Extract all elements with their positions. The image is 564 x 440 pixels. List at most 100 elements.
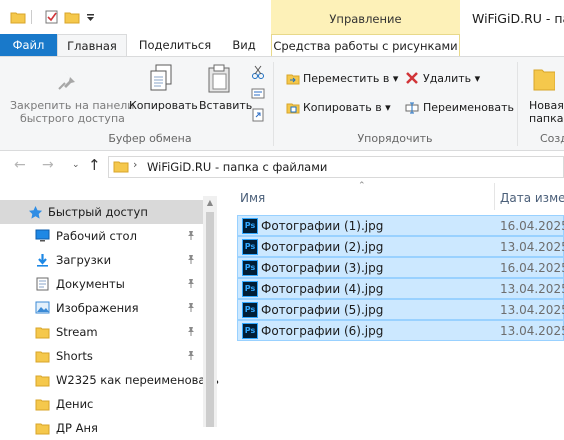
nav-item-label: W2325 как переименовать: [56, 373, 219, 387]
create-group-label: Созд: [540, 132, 564, 145]
copy-to-button[interactable]: Копировать в ▾: [303, 101, 391, 114]
window-title: WiFiGiD.RU - папк: [472, 11, 564, 26]
pinned-icon: [186, 254, 196, 267]
pin-icon: [54, 68, 80, 97]
file-name: Фотографии (2).jpg: [261, 240, 384, 254]
file-name: Фотографии (5).jpg: [261, 303, 384, 317]
context-group-label: Управление: [329, 12, 402, 26]
photoshop-file-icon: Ps: [242, 260, 258, 276]
nav-item[interactable]: Документы: [0, 272, 203, 296]
photoshop-file-icon: Ps: [242, 281, 258, 297]
move-to-label: Переместить в: [303, 72, 390, 85]
recent-locations-icon[interactable]: ⌄: [72, 160, 80, 170]
nav-item[interactable]: ДР Аня: [0, 416, 203, 440]
move-to-button[interactable]: Переместить в ▾: [303, 72, 398, 85]
folder-icon: [10, 10, 26, 24]
file-row[interactable]: PsФотографии (1).jpg 16.04.2025 16: [237, 215, 564, 236]
tab-file[interactable]: Файл: [0, 34, 57, 56]
file-row[interactable]: PsФотографии (4).jpg 13.04.2025 17: [237, 278, 564, 299]
file-date: 16.04.2025 16: [500, 261, 564, 275]
file-name: Фотографии (1).jpg: [261, 219, 384, 233]
forward-arrow-icon[interactable]: →: [42, 157, 54, 173]
folder-icon: [35, 373, 50, 387]
copy-button[interactable]: Копировать: [129, 99, 198, 112]
column-header-name[interactable]: Имя: [240, 191, 265, 205]
customize-quick-access-icon[interactable]: [86, 12, 102, 26]
nav-item[interactable]: Stream: [0, 320, 203, 344]
file-name: Фотографии (4).jpg: [261, 282, 384, 296]
tab-share[interactable]: Поделиться: [131, 34, 219, 56]
nav-item[interactable]: Shorts: [0, 344, 203, 368]
organize-group-label: Упорядочить: [357, 132, 433, 145]
pin-to-quick-access-button[interactable]: Закрепить на панели: [10, 99, 134, 112]
new-folder-icon[interactable]: [64, 10, 80, 24]
folder-icon: [113, 159, 129, 176]
nav-item[interactable]: Загрузки: [0, 248, 203, 272]
nav-item[interactable]: W2325 как переименовать: [0, 368, 219, 392]
new-folder-label-line2: папка: [529, 112, 564, 125]
folder-icon: [35, 349, 50, 363]
nav-item-label: Stream: [56, 325, 98, 339]
paste-icon: [207, 64, 233, 97]
cut-icon[interactable]: [251, 65, 265, 82]
file-row[interactable]: PsФотографии (3).jpg 16.04.2025 16: [237, 257, 564, 278]
ribbon-separator: [517, 62, 518, 146]
paste-button[interactable]: Вставить: [199, 99, 252, 112]
delete-button[interactable]: Удалить ▾: [423, 72, 480, 85]
file-name: Фотографии (3).jpg: [261, 261, 384, 275]
nav-quick-access[interactable]: Быстрый доступ: [0, 200, 203, 224]
copy-icon: [149, 64, 173, 97]
column-header-date[interactable]: Дата измене: [500, 191, 564, 205]
nav-scrollbar-thumb[interactable]: [206, 212, 214, 427]
rename-icon: [405, 101, 419, 117]
ribbon-separator: [273, 62, 274, 146]
nav-item[interactable]: Изображения: [0, 296, 203, 320]
pinned-icon: [186, 278, 196, 291]
back-arrow-icon[interactable]: ←: [14, 157, 26, 173]
tab-picture-tools[interactable]: Средства работы с рисунками: [271, 34, 460, 56]
properties-icon[interactable]: [44, 10, 60, 24]
tab-home[interactable]: Главная: [57, 34, 127, 56]
photoshop-file-icon: Ps: [242, 218, 258, 234]
tab-view[interactable]: Вид: [221, 34, 267, 56]
folder-icon: [35, 421, 50, 435]
rename-button[interactable]: Переименовать: [423, 101, 514, 114]
copy-to-icon: [286, 101, 300, 117]
file-name: Фотографии (6).jpg: [261, 324, 384, 338]
pinned-icon: [186, 230, 196, 243]
pin-label-line2: быстрого доступа: [20, 112, 125, 125]
nav-item-label: Рабочий стол: [56, 229, 137, 243]
nav-item-label: Изображения: [56, 301, 139, 315]
column-divider[interactable]: [494, 183, 495, 210]
nav-item[interactable]: Денис: [0, 392, 203, 416]
nav-item-label: Денис: [56, 397, 94, 411]
file-row[interactable]: PsФотографии (5).jpg 13.04.2025 17: [237, 299, 564, 320]
pinned-icon: [186, 326, 196, 339]
new-folder-button[interactable]: Новая: [529, 99, 564, 112]
file-date: 13.04.2025 17: [500, 303, 564, 317]
new-folder-icon: [533, 66, 556, 95]
delete-label: Удалить: [423, 72, 472, 85]
documents-icon: [35, 277, 50, 291]
file-row[interactable]: PsФотографии (6).jpg 13.04.2025 17: [237, 320, 564, 341]
nav-item-label: Документы: [56, 277, 125, 291]
nav-item[interactable]: Рабочий стол: [0, 224, 203, 248]
copy-path-icon[interactable]: [251, 88, 265, 103]
scroll-up-icon[interactable]: ▲: [203, 196, 217, 210]
nav-quick-access-label: Быстрый доступ: [48, 205, 148, 219]
photoshop-file-icon: Ps: [242, 323, 258, 339]
nav-item-label: ДР Аня: [56, 421, 98, 435]
chevron-right-icon[interactable]: ›: [133, 158, 137, 171]
address-path[interactable]: WiFiGiD.RU - папка с файлами: [147, 160, 327, 174]
file-date: 13.04.2025 17: [500, 282, 564, 296]
photoshop-file-icon: Ps: [242, 239, 258, 255]
file-date: 16.04.2025 16: [500, 219, 564, 233]
paste-shortcut-icon[interactable]: [252, 108, 265, 125]
desktop-icon: [35, 229, 50, 243]
pictures-icon: [35, 301, 50, 315]
star-icon: [28, 205, 43, 219]
up-arrow-icon[interactable]: ↑: [88, 156, 101, 174]
file-row[interactable]: PsФотографии (2).jpg 13.04.2025 17: [237, 236, 564, 257]
photoshop-file-icon: Ps: [242, 302, 258, 318]
delete-icon: [405, 71, 419, 88]
